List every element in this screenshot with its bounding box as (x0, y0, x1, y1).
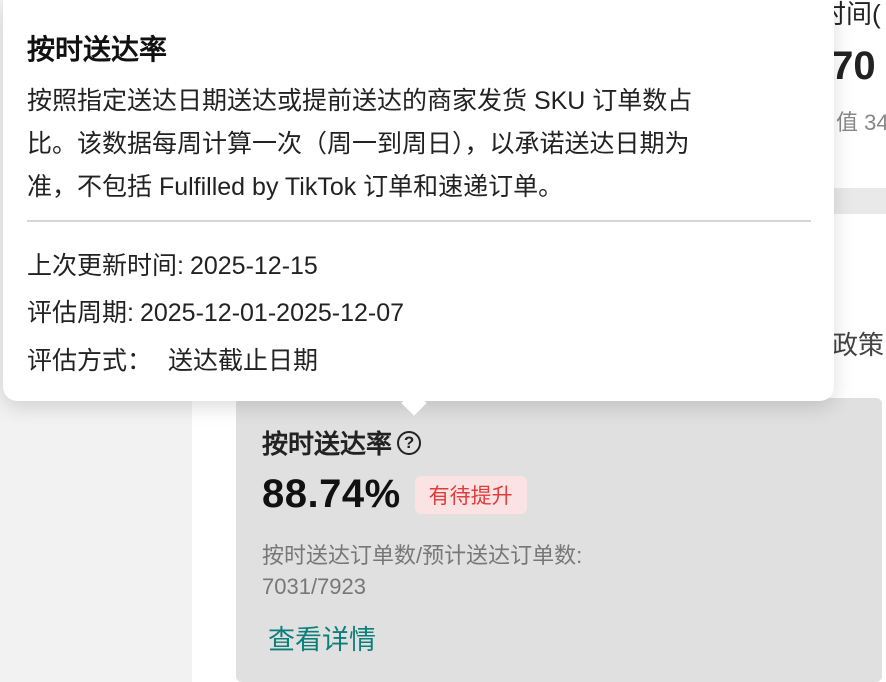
tooltip-description: 按照指定送达日期送达或提前送达的商家发货 SKU 订单数占 比。该数据每周计算一… (27, 80, 797, 209)
on-time-rate-value: 88.74% (262, 472, 401, 516)
background-metric-subtext: 值 34 (836, 110, 886, 135)
evaluation-period-value: 2025-12-01-2025-12-07 (139, 299, 405, 327)
tooltip-description-line: 准，不包括 Fulfilled by TikTok 订单和速递订单。 (27, 173, 564, 201)
tooltip-title: 按时送达率 (27, 34, 168, 65)
tooltip-description-line: 比。该数据每周计算一次（周一到周日），以承诺送达日期为 (27, 130, 690, 158)
last-update-label: 上次更新时间: (27, 252, 184, 280)
evaluation-method-label: 评估方式： (27, 347, 153, 375)
tooltip-description-line: 按照指定送达日期送达或提前送达的商家发货 SKU 订单数占 (27, 87, 693, 115)
metric-tooltip: 按时送达率 按照指定送达日期送达或提前送达的商家发货 SKU 订单数占 比。该数… (3, 0, 834, 401)
last-update-value: 2025-12-15 (189, 252, 318, 280)
evaluation-method-row: 评估方式： 送达截止日期 (27, 341, 318, 377)
help-icon[interactable]: ? (397, 430, 422, 455)
view-details-link[interactable]: 查看详情 (268, 618, 376, 657)
last-update-row: 上次更新时间: 2025-12-15 (27, 246, 318, 282)
evaluation-period-row: 评估周期: 2025-12-01-2025-12-07 (27, 293, 404, 329)
card-title: 按时送达率 (262, 429, 393, 459)
background-policy-link[interactable]: 政策 (832, 325, 884, 362)
ratio-value: 7031/7923 (262, 574, 366, 599)
ratio-label: 按时送达订单数/预计送达订单数: (262, 543, 583, 568)
on-time-delivery-card: 按时送达率 ? 88.74% 有待提升 按时送达订单数/预计送达订单数: 703… (236, 398, 882, 682)
evaluation-period-label: 评估周期: (27, 299, 134, 327)
card-title-row: 按时送达率 ? (262, 424, 422, 461)
card-value-row: 88.74% 有待提升 (262, 472, 527, 517)
status-badge: 有待提升 (414, 475, 527, 514)
tooltip-divider (27, 220, 811, 222)
evaluation-method-value: 送达截止日期 (168, 347, 319, 375)
